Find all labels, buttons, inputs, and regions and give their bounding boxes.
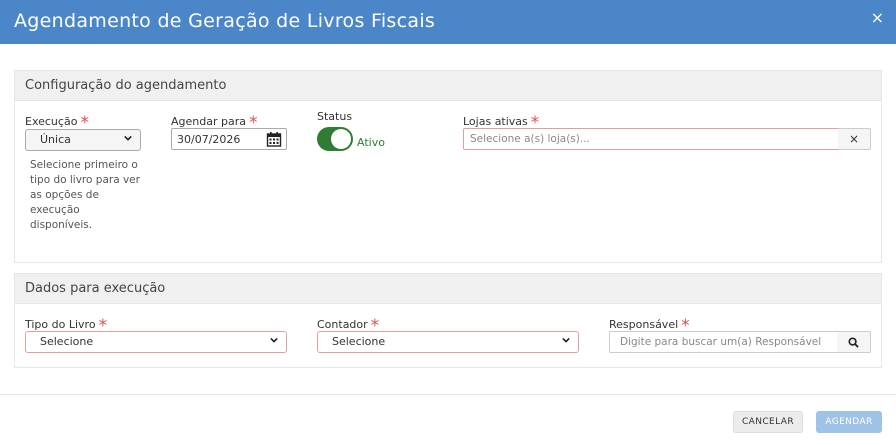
search-icon bbox=[848, 337, 859, 348]
agendar-label: Agendar para * bbox=[171, 113, 258, 133]
status-label: Status bbox=[317, 110, 353, 123]
responsavel-input[interactable]: Digite para buscar um(a) Responsável bbox=[609, 331, 838, 353]
execucao-help: Selecione primeiro o tipo do livro para … bbox=[30, 159, 140, 231]
tipo-livro-select[interactable]: Selecione bbox=[25, 331, 287, 353]
agendar-date-input[interactable]: 30/07/2026 bbox=[171, 128, 287, 150]
contador-label: Contador * bbox=[317, 316, 380, 336]
execution-panel-title: Dados para execução bbox=[15, 274, 881, 304]
config-panel: Configuração do agendamento bbox=[14, 70, 882, 263]
responsavel-label: Responsável * bbox=[609, 316, 690, 336]
close-icon[interactable]: × bbox=[871, 8, 884, 27]
modal-title: Agendamento de Geração de Livros Fiscais bbox=[14, 10, 436, 32]
execucao-select[interactable]: Única bbox=[25, 129, 141, 151]
execucao-label: Execução * bbox=[25, 113, 89, 133]
execution-panel: Dados para execução bbox=[14, 273, 882, 368]
status-state: Ativo bbox=[357, 136, 385, 149]
calendar-icon[interactable] bbox=[266, 131, 282, 147]
chevron-down-icon bbox=[124, 135, 132, 141]
scheduling-modal: Agendamento de Geração de Livros Fiscais… bbox=[0, 0, 896, 445]
cancel-button[interactable]: CANCELAR bbox=[733, 411, 803, 433]
status-toggle[interactable] bbox=[317, 127, 353, 151]
chevron-down-icon bbox=[562, 337, 570, 343]
tipo-livro-label: Tipo do Livro * bbox=[25, 316, 108, 336]
toggle-knob bbox=[331, 129, 351, 149]
clear-icon[interactable]: × bbox=[838, 128, 871, 150]
search-button[interactable] bbox=[837, 331, 871, 353]
lojas-label: Lojas ativas * bbox=[463, 113, 540, 133]
submit-button[interactable]: AGENDAR bbox=[816, 411, 882, 433]
modal-footer: CANCELAR AGENDAR bbox=[0, 394, 896, 445]
modal-header: Agendamento de Geração de Livros Fiscais… bbox=[0, 0, 896, 44]
lojas-input[interactable]: Selecione a(s) loja(s)... bbox=[463, 128, 839, 150]
chevron-down-icon bbox=[270, 337, 278, 343]
config-panel-title: Configuração do agendamento bbox=[15, 71, 881, 101]
contador-select[interactable]: Selecione bbox=[317, 331, 579, 353]
